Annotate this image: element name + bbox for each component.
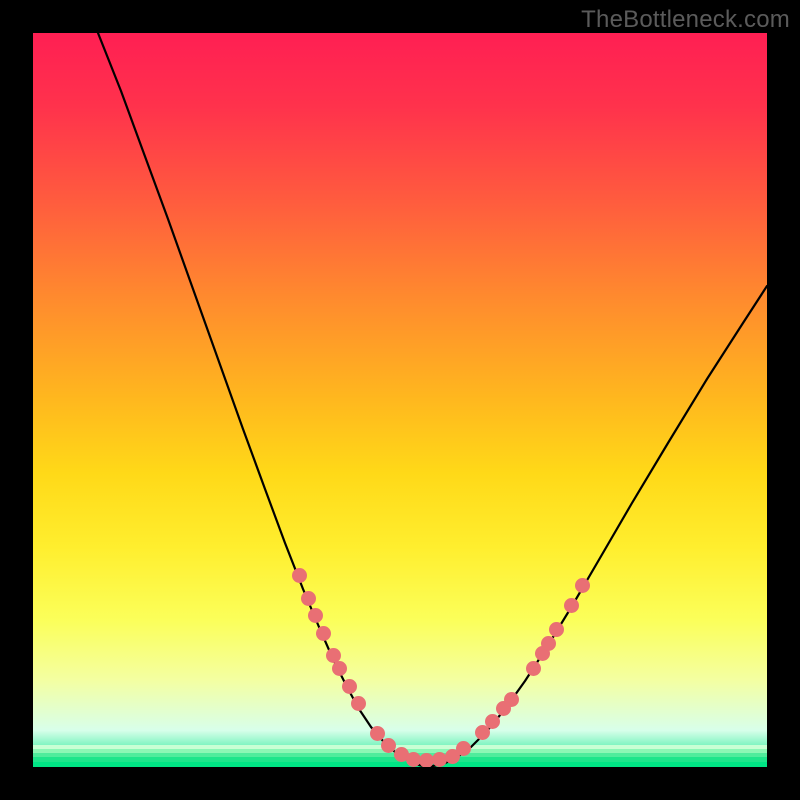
bottleneck-curve [33,33,767,767]
data-point-left [342,679,357,694]
curve-left-path [98,33,423,766]
data-point-left [381,738,396,753]
plot-area [33,33,767,767]
data-point-left [301,591,316,606]
outer-frame: TheBottleneck.com [0,0,800,800]
data-point-left [292,568,307,583]
data-point-right [541,636,556,651]
data-point-right [504,692,519,707]
data-point-right [575,578,590,593]
data-point-left [316,626,331,641]
watermark-text: TheBottleneck.com [581,6,790,34]
data-point-right [456,741,471,756]
data-point-left [308,608,323,623]
data-point-right [526,661,541,676]
data-point-left [351,696,366,711]
data-point-right [564,598,579,613]
data-point-right [549,622,564,637]
curve-right-path [423,286,767,766]
data-point-right [485,714,500,729]
data-point-left [332,661,347,676]
data-point-left [370,726,385,741]
